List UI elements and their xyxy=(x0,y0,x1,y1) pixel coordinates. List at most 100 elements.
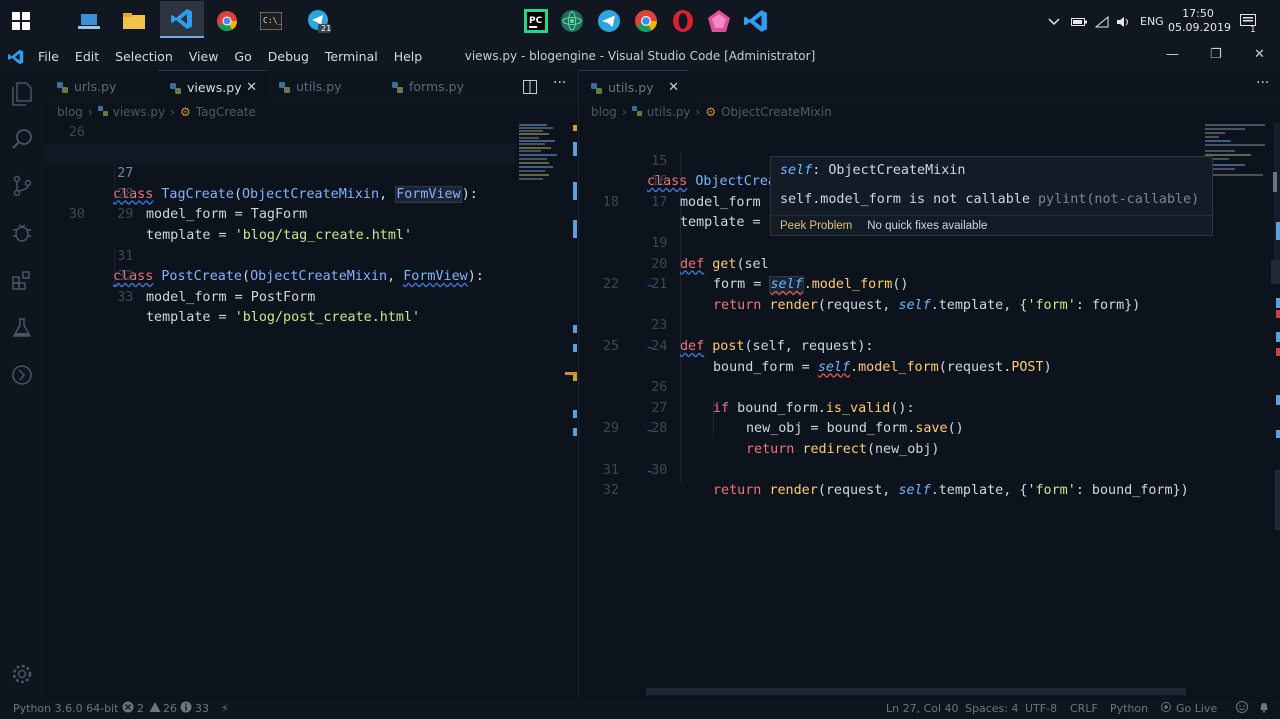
terminal-icon[interactable]: C:\_ xyxy=(254,5,288,37)
close-window-icon[interactable]: ✕ xyxy=(1254,47,1265,62)
windows-taskbar: C:\_ 21 PC ENG 17:50 05.09.2019 1 xyxy=(0,0,1280,43)
broadcast-icon xyxy=(1160,701,1172,716)
right-minimap[interactable] xyxy=(1205,122,1275,202)
telegram-desktop-icon[interactable] xyxy=(592,5,626,37)
svg-text:C:\_: C:\_ xyxy=(263,16,282,25)
language-indicator[interactable]: ENG xyxy=(1140,0,1164,43)
squiggle-marker: ~ xyxy=(647,467,654,478)
more-actions-icon[interactable]: ··· xyxy=(553,75,566,91)
right-scrollbar-thumb[interactable] xyxy=(1273,172,1277,192)
notifications-badge: 1 xyxy=(1250,25,1256,35)
python-file-icon xyxy=(392,81,403,93)
line-endings[interactable]: CRLF xyxy=(1070,702,1098,715)
lightning-icon[interactable]: ⚡ xyxy=(221,702,229,715)
tab-utils-py-right[interactable]: utils.py ✕ xyxy=(579,70,689,103)
error-icon[interactable] xyxy=(122,701,134,716)
test-flask-icon[interactable] xyxy=(8,314,36,342)
telegram-badge: 21 xyxy=(321,24,332,33)
minimize-icon[interactable]: — xyxy=(1166,47,1179,62)
breadcrumb-folder[interactable]: blog xyxy=(57,105,83,119)
atom-icon[interactable] xyxy=(555,5,589,37)
search-icon[interactable] xyxy=(8,125,36,153)
explorer-icon[interactable] xyxy=(8,80,36,108)
source-control-icon[interactable] xyxy=(8,172,36,200)
wifi-icon[interactable] xyxy=(1095,0,1109,43)
right-scrollbar-track[interactable] xyxy=(1274,123,1280,273)
close-tab-icon[interactable]: ✕ xyxy=(668,80,679,95)
code-line: 30 return render(request, self.template,… xyxy=(651,462,1189,499)
breadcrumb-file[interactable]: views.py xyxy=(113,105,165,119)
squiggle-marker: ~ xyxy=(113,281,120,292)
class-symbol-icon: ⚙ xyxy=(179,105,191,119)
clock-time: 17:50 xyxy=(1182,7,1214,20)
settings-gear-icon[interactable] xyxy=(8,660,36,688)
info-icon[interactable] xyxy=(180,701,192,716)
tray-chevron-icon[interactable] xyxy=(1048,0,1060,43)
remote-icon[interactable] xyxy=(8,361,36,389)
ruler-error-marker xyxy=(1276,310,1280,318)
tab-urls-py[interactable]: urls.py xyxy=(45,70,158,103)
battery-icon[interactable] xyxy=(1071,0,1087,43)
code-line: 26 if bound_form.is_valid(): xyxy=(651,380,915,416)
code-line: 23 def post(self, request): xyxy=(651,318,874,354)
breadcrumb-file[interactable]: utils.py xyxy=(647,105,691,119)
peek-problem-link[interactable]: Peek Problem xyxy=(780,220,852,232)
gem-app-icon[interactable] xyxy=(702,5,736,37)
opera-icon[interactable] xyxy=(666,5,700,37)
warning-icon[interactable] xyxy=(149,701,161,716)
ruler-viewport xyxy=(1271,260,1280,284)
tab-views-py[interactable]: views.py ✕ xyxy=(158,70,267,103)
telegram-icon[interactable]: 21 xyxy=(302,5,336,37)
indentation[interactable]: Spaces: 4 xyxy=(965,702,1018,715)
file-explorer-icon[interactable] xyxy=(117,5,151,37)
feedback-smiley-icon[interactable] xyxy=(1236,701,1248,716)
pycharm-icon[interactable]: PC xyxy=(519,5,553,37)
code-line: 28 model_form = TagForm xyxy=(117,186,308,223)
chevron-right-icon: › xyxy=(87,105,93,119)
chrome-pinned-icon[interactable] xyxy=(629,5,663,37)
breadcrumb-folder[interactable]: blog xyxy=(591,105,617,119)
python-interpreter[interactable]: Python 3.6.0 64-bit xyxy=(13,702,118,715)
error-count[interactable]: 2 xyxy=(137,702,144,715)
notifications-icon[interactable]: 1 xyxy=(1240,0,1258,43)
chrome-icon[interactable] xyxy=(210,5,244,37)
bell-icon[interactable] xyxy=(1258,701,1270,716)
activity-bar xyxy=(0,70,45,699)
window-title: views.py - blogengine - Visual Studio Co… xyxy=(464,49,816,63)
go-live-button[interactable]: Go Live xyxy=(1176,702,1217,715)
hover-problem: self.model_form is not callable pylint(n… xyxy=(780,192,1200,207)
warning-count[interactable]: 26 xyxy=(163,702,177,715)
encoding[interactable]: UTF-8 xyxy=(1025,702,1057,715)
python-file-icon xyxy=(631,105,642,119)
maximize-icon[interactable]: ❐ xyxy=(1210,47,1222,62)
breadcrumb-symbol[interactable]: ObjectCreateMixin xyxy=(721,105,832,119)
vscode-taskbar-icon[interactable] xyxy=(160,1,204,38)
info-count[interactable]: 33 xyxy=(195,702,209,715)
breadcrumb: blog › views.py › ⚙ TagCreate xyxy=(57,105,256,119)
code-line: 16 model_form xyxy=(651,174,761,210)
vscode-pinned-icon[interactable] xyxy=(739,5,773,37)
right-vertical-scrollbar[interactable] xyxy=(1275,470,1280,530)
windows-start-icon[interactable] xyxy=(4,5,38,37)
ruler-info-marker xyxy=(573,325,577,333)
left-minimap[interactable] xyxy=(519,122,567,192)
split-editor-icon[interactable] xyxy=(523,79,537,98)
tab-forms-py[interactable]: forms.py xyxy=(380,70,493,103)
cursor-position[interactable]: Ln 27, Col 40 xyxy=(886,702,959,715)
language-mode[interactable]: Python xyxy=(1110,702,1148,715)
more-actions-icon[interactable]: ··· xyxy=(1256,75,1269,91)
extensions-icon[interactable] xyxy=(8,266,36,294)
ruler-info-marker xyxy=(1276,430,1280,438)
hover-signature: self: ObjectCreateMixin xyxy=(780,163,966,178)
left-code-area[interactable]: 26 27 class TagCreate(ObjectCreateMixin,… xyxy=(45,123,515,683)
horizontal-scrollbar[interactable] xyxy=(646,688,1186,695)
breadcrumb-symbol[interactable]: TagCreate xyxy=(196,105,256,119)
tab-utils-py[interactable]: utils.py xyxy=(267,70,380,103)
system-clock[interactable]: 17:50 05.09.2019 xyxy=(1168,7,1231,35)
debug-icon[interactable] xyxy=(8,218,36,246)
laptop-app-icon[interactable] xyxy=(72,5,106,37)
close-tab-icon[interactable]: ✕ xyxy=(246,80,257,95)
volume-icon[interactable] xyxy=(1116,0,1132,43)
ruler-error-marker xyxy=(1276,348,1280,356)
code-line: 17 template = xyxy=(651,194,761,231)
